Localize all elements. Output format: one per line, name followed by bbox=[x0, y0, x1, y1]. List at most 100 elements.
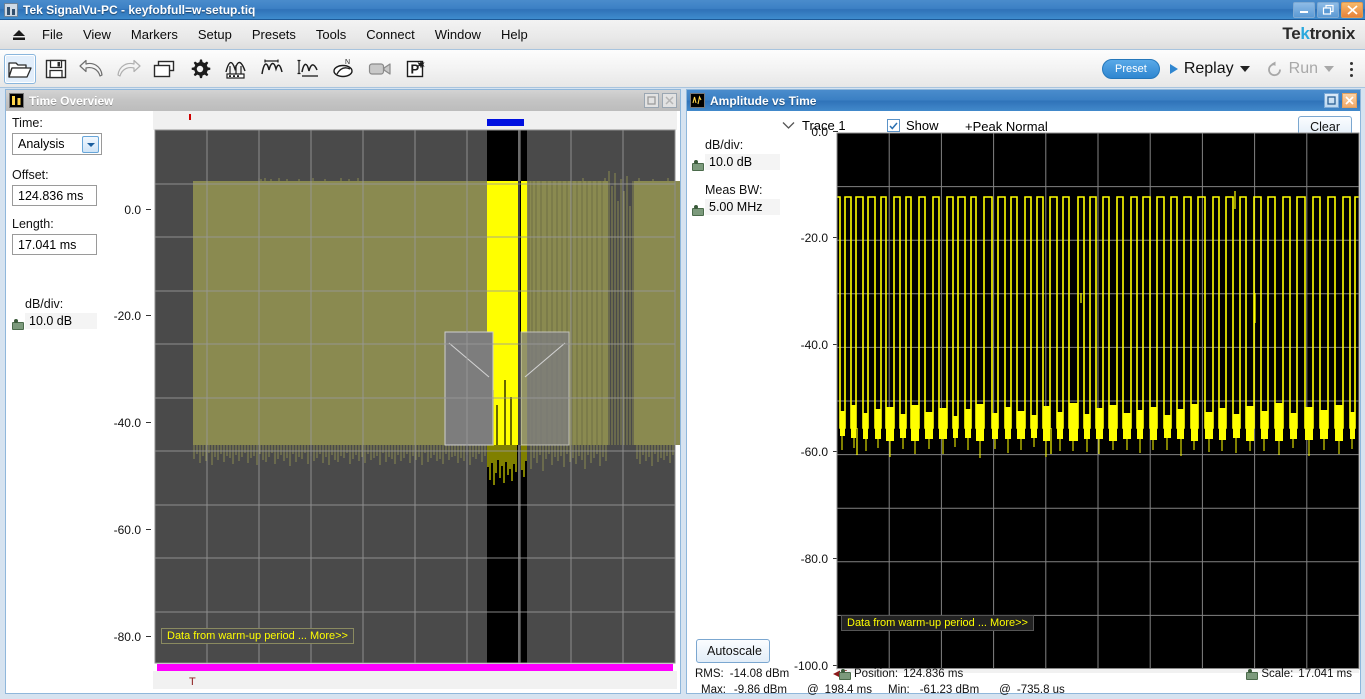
open-file-icon[interactable] bbox=[4, 54, 36, 84]
show-label: Show bbox=[906, 118, 939, 133]
replay-button[interactable]: Replay bbox=[1164, 58, 1256, 80]
run-button[interactable]: Run bbox=[1260, 58, 1340, 80]
minimize-button[interactable] bbox=[1293, 2, 1315, 18]
spectrogram-icon[interactable]: N bbox=[328, 54, 360, 84]
menu-item-connect[interactable]: Connect bbox=[356, 24, 424, 45]
run-chevron-down-icon[interactable] bbox=[1324, 66, 1334, 72]
menu-item-window[interactable]: Window bbox=[425, 24, 491, 45]
avt-measbw-label: Meas BW: bbox=[705, 183, 780, 197]
eject-icon[interactable] bbox=[6, 29, 32, 41]
save-file-icon[interactable] bbox=[40, 54, 72, 84]
max-value: -9.86 dBm bbox=[734, 684, 787, 696]
avt-ytick-1: -20.0 bbox=[753, 231, 828, 245]
time-overview-icon bbox=[9, 93, 24, 108]
windows-icon[interactable] bbox=[148, 54, 180, 84]
amplitude-vs-time-plot[interactable]: Data from warm-up period ... More>> T bbox=[837, 133, 1359, 673]
show-checkbox[interactable] bbox=[887, 119, 900, 132]
max-at-symbol: @ bbox=[807, 684, 819, 696]
svg-text:N: N bbox=[345, 59, 350, 66]
to-ytick-mark-0 bbox=[146, 209, 151, 210]
time-overview-restore-button[interactable] bbox=[644, 93, 659, 108]
refresh-icon bbox=[1266, 61, 1283, 78]
time-overview-title: Time Overview bbox=[29, 94, 114, 108]
amplitude-vs-time-autoscale-button[interactable]: Autoscale bbox=[696, 639, 770, 663]
to-ytick-0: 0.0 bbox=[66, 203, 141, 217]
amplitude-vs-time-chart[interactable] bbox=[837, 133, 1359, 673]
show-trace-toggle[interactable]: Show bbox=[887, 118, 939, 133]
detection-mode-label: +Peak Normal bbox=[965, 119, 1048, 134]
time-overview-plot[interactable]: T Data from warm-up period ... More>> bbox=[153, 111, 677, 699]
avt-dbdiv-value[interactable]: 10.0 dB bbox=[705, 154, 780, 170]
menu-item-help[interactable]: Help bbox=[491, 24, 538, 45]
avt-ytick-3: -60.0 bbox=[753, 445, 828, 459]
peak-search-icon[interactable] bbox=[256, 54, 288, 84]
amplitude-vs-time-warning[interactable]: Data from warm-up period ... More>> bbox=[841, 615, 1034, 631]
menu-item-view[interactable]: View bbox=[73, 24, 121, 45]
svg-text:T: T bbox=[189, 676, 196, 688]
max-label: Max: bbox=[701, 684, 726, 696]
time-overview-warning[interactable]: Data from warm-up period ... More>> bbox=[161, 628, 354, 644]
time-overview-dbdiv-handle-icon[interactable] bbox=[12, 319, 22, 329]
to-ytick-mark-2 bbox=[146, 422, 151, 423]
time-overview-window-controls bbox=[644, 93, 677, 108]
to-ytick-3: -60.0 bbox=[66, 523, 141, 537]
menu-item-presets[interactable]: Presets bbox=[242, 24, 306, 45]
time-select-chevron-down-icon[interactable] bbox=[82, 136, 99, 153]
toolbar-right-group: Preset Replay Run bbox=[1102, 50, 1361, 88]
menu-item-markers[interactable]: Markers bbox=[121, 24, 188, 45]
length-input[interactable]: 17.041 ms bbox=[12, 234, 97, 255]
avt-scale-value: 17.041 ms bbox=[1298, 668, 1352, 680]
avt-ytick-4: -80.0 bbox=[753, 552, 828, 566]
time-overview-panel: Time Overview Time: Analysis Offset: 124… bbox=[5, 89, 681, 694]
application-window: Tek SignalVu-PC - keyfobfull=w-setup.tiq bbox=[0, 0, 1365, 699]
rms-label: RMS: bbox=[695, 668, 724, 680]
more-options-icon[interactable] bbox=[1344, 62, 1361, 77]
avt-position-handle-icon[interactable] bbox=[839, 669, 849, 679]
preset-button[interactable]: Preset bbox=[1102, 59, 1160, 79]
svg-text:P: P bbox=[411, 61, 420, 76]
amplitude-vs-time-close-button[interactable] bbox=[1342, 93, 1357, 108]
close-button[interactable] bbox=[1341, 2, 1363, 18]
to-ytick-4: -80.0 bbox=[66, 630, 141, 644]
max-at-value: 198.4 ms bbox=[825, 684, 872, 696]
avt-position-value: 124.836 ms bbox=[903, 668, 963, 680]
avt-measbw-value[interactable]: 5.00 MHz bbox=[705, 199, 780, 215]
preset-p-icon[interactable]: P bbox=[400, 54, 432, 84]
to-ytick-2: -40.0 bbox=[66, 416, 141, 430]
window-title-bar: Tek SignalVu-PC - keyfobfull=w-setup.tiq bbox=[0, 0, 1365, 20]
avt-scale-label: Scale: bbox=[1261, 668, 1293, 680]
time-overview-chart[interactable]: T bbox=[153, 111, 677, 699]
amplitude-vs-time-title-bar: Amplitude vs Time bbox=[687, 90, 1360, 111]
menu-item-file[interactable]: File bbox=[32, 24, 73, 45]
menu-item-tools[interactable]: Tools bbox=[306, 24, 356, 45]
time-overview-title-bar: Time Overview bbox=[6, 90, 680, 111]
settings-gear-icon[interactable] bbox=[184, 54, 216, 84]
record-camera-icon[interactable] bbox=[364, 54, 396, 84]
time-select-value: Analysis bbox=[18, 137, 65, 151]
avt-position-status: Position: 124.836 ms bbox=[839, 668, 963, 680]
markers-icon[interactable] bbox=[220, 54, 252, 84]
time-overview-close-button[interactable] bbox=[662, 93, 677, 108]
amplitude-vs-time-title: Amplitude vs Time bbox=[710, 94, 816, 108]
amplitude-vs-time-restore-button[interactable] bbox=[1324, 93, 1339, 108]
avt-position-label: Position: bbox=[854, 668, 898, 680]
time-select[interactable]: Analysis bbox=[12, 133, 102, 155]
undo-icon[interactable] bbox=[76, 54, 108, 84]
amplitude-vs-time-controls: dB/div: 10.0 dB Meas BW: 5.00 MHz bbox=[692, 138, 802, 215]
to-ytick-mark-1 bbox=[146, 315, 151, 316]
avt-measbw-handle-icon[interactable] bbox=[692, 205, 702, 215]
avt-dbdiv-handle-icon[interactable] bbox=[692, 160, 702, 170]
avt-scale-handle-icon[interactable] bbox=[1246, 669, 1256, 679]
menu-item-setup[interactable]: Setup bbox=[188, 24, 242, 45]
avt-minmax-status: Max: -9.86 dBm @ 198.4 ms Min: -61.23 dB… bbox=[701, 684, 1065, 696]
restore-button[interactable] bbox=[1317, 2, 1339, 18]
amplitude-scale-icon[interactable] bbox=[292, 54, 324, 84]
amplitude-vs-time-window-controls bbox=[1324, 93, 1357, 108]
to-ytick-mark-3 bbox=[146, 529, 151, 530]
amplitude-vs-time-icon bbox=[690, 93, 705, 108]
replay-chevron-down-icon[interactable] bbox=[1240, 66, 1250, 72]
avt-rms-status: RMS: -14.08 dBm bbox=[695, 668, 789, 680]
play-icon bbox=[1170, 64, 1178, 74]
redo-icon[interactable] bbox=[112, 54, 144, 84]
length-label: Length: bbox=[12, 217, 117, 231]
